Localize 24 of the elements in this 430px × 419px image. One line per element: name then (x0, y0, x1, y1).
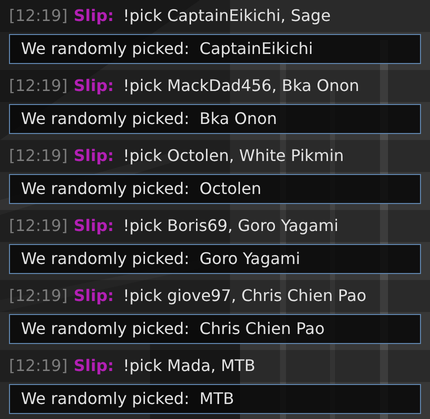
chat-message: !pick CaptainEikichi, Sage (122, 5, 331, 27)
timestamp: [12:19] (9, 355, 68, 377)
timestamp: [12:19] (9, 285, 68, 307)
bot-reply: We randomly picked: Bka Onon (9, 104, 421, 134)
bot-reply: We randomly picked: Chris Chien Pao (9, 314, 421, 344)
timestamp: [12:19] (9, 5, 68, 27)
chat-message: !pick giove97, Chris Chien Pao (122, 285, 366, 307)
chat-message: !pick Mada, MTB (122, 355, 256, 377)
chat-message: !pick MackDad456, Bka Onon (122, 75, 360, 97)
chat-message: !pick Boris69, Goro Yagami (122, 215, 338, 237)
username: Slip: (74, 75, 114, 97)
bot-reply: We randomly picked: MTB (9, 384, 421, 414)
username: Slip: (74, 5, 114, 27)
bot-reply: We randomly picked: Octolen (9, 174, 421, 204)
username: Slip: (74, 285, 114, 307)
username: Slip: (74, 145, 114, 167)
username: Slip: (74, 355, 114, 377)
chat-message: !pick Octolen, White Pikmin (122, 145, 344, 167)
timestamp: [12:19] (9, 215, 68, 237)
bot-reply: We randomly picked: CaptainEikichi (9, 34, 421, 64)
bot-reply: We randomly picked: Goro Yagami (9, 244, 421, 274)
username: Slip: (74, 215, 114, 237)
timestamp: [12:19] (9, 75, 68, 97)
timestamp: [12:19] (9, 145, 68, 167)
